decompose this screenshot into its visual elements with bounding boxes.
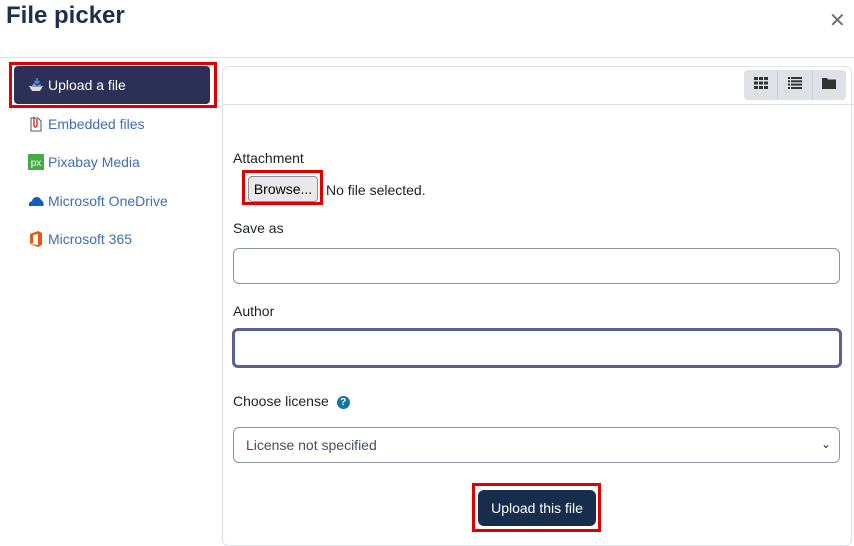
author-label: Author [233,303,275,319]
help-icon[interactable]: ? [336,395,350,409]
attachment-label: Attachment [233,150,304,166]
sidebar-item-label: Microsoft 365 [48,231,133,247]
save-as-label: Save as [233,220,284,236]
embedded-files-icon [28,116,44,132]
choose-license-text: Choose license [233,393,329,409]
folder-icon [822,76,837,94]
save-as-input[interactable] [233,248,840,284]
sidebar-item-upload-a-file[interactable]: Upload a file [14,66,210,104]
no-file-selected-text: No file selected. [326,182,426,198]
license-selected-value: License not specified [246,437,377,453]
view-toolbar [744,70,846,100]
sidebar-item-pixabay-media[interactable]: px Pixabay Media [14,143,210,181]
tree-view-button[interactable] [813,70,846,100]
pixabay-icon: px [28,154,44,170]
license-select[interactable]: License not specified ⌄ [233,427,840,463]
upload-this-file-button[interactable]: Upload this file [478,490,596,526]
sidebar-item-label: Upload a file [48,77,126,93]
sidebar-item-label: Pixabay Media [48,154,140,170]
svg-text:px: px [31,158,42,169]
sidebar-item-label: Microsoft OneDrive [48,193,168,209]
dialog-title: File picker [6,2,125,29]
upload-icon [28,77,44,93]
repository-sidebar: Upload a file Embedded files px Pixabay … [0,58,222,541]
details-view-button[interactable] [778,70,813,100]
grid-icon [753,76,768,94]
icons-view-button[interactable] [744,70,779,100]
file-picker-panel [222,66,852,546]
sidebar-item-microsoft-onedrive[interactable]: Microsoft OneDrive [14,182,210,220]
toolbar-divider [222,104,854,105]
sidebar-item-label: Embedded files [48,116,145,132]
sidebar-item-microsoft-365[interactable]: Microsoft 365 [14,220,210,258]
onedrive-icon [28,193,44,209]
browse-button[interactable]: Browse... [248,176,318,202]
microsoft-365-icon [28,231,44,247]
choose-license-label: Choose license? [233,393,350,409]
close-icon[interactable]: ✕ [829,8,846,33]
sidebar-item-embedded-files[interactable]: Embedded files [14,105,210,143]
author-input[interactable] [232,328,842,368]
list-icon [787,76,802,94]
chevron-down-icon: ⌄ [820,437,831,451]
